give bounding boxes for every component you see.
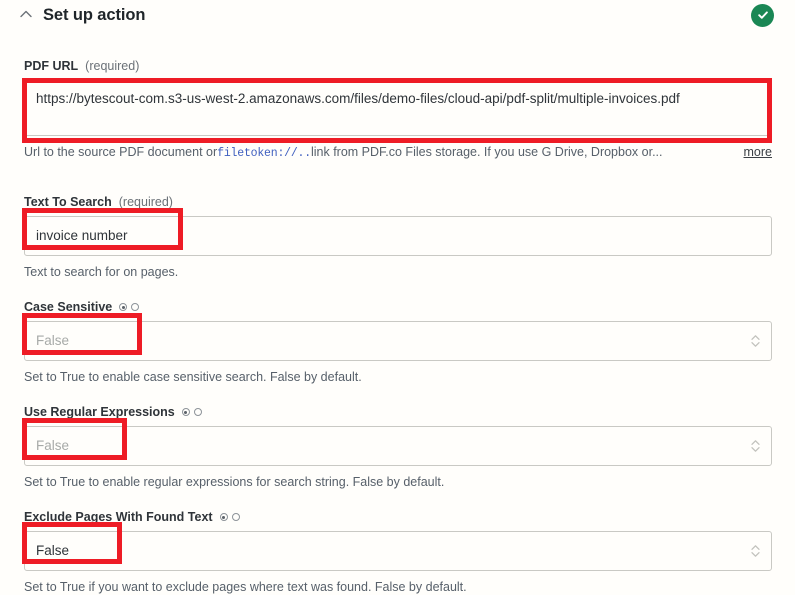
field-label-use-regular-expressions: Use Regular Expressions [24, 404, 772, 420]
help-suffix: link from PDF.co Files storage. If you u… [310, 145, 663, 159]
pdf-url-help: Url to the source PDF document or fileto… [24, 144, 772, 162]
text-to-search-input[interactable]: invoice number [24, 216, 772, 256]
chevron-updown-icon[interactable] [749, 331, 761, 351]
case-sensitive-select[interactable]: False [24, 321, 772, 361]
more-link[interactable]: more [744, 144, 772, 160]
case-sensitive-value: False [36, 333, 70, 348]
exclude-pages-with-found-text-value: False [36, 543, 70, 558]
label-text: Use Regular Expressions [24, 405, 175, 419]
case-sensitive-help: Set to True to enable case sensitive sea… [24, 370, 362, 384]
field-label-exclude-pages-with-found-text: Exclude Pages With Found Text [24, 509, 772, 525]
exclude-pages-mode-toggle[interactable] [219, 513, 240, 521]
label-text: PDF URL [24, 59, 79, 73]
radio-option-static[interactable] [181, 408, 190, 416]
radio-option-custom[interactable] [231, 513, 240, 521]
label-text: Case Sensitive [24, 300, 113, 314]
chevron-up-icon[interactable] [18, 6, 34, 22]
use-regular-expressions-help: Set to True to enable regular expression… [24, 475, 445, 489]
radio-option-custom[interactable] [131, 303, 140, 311]
field-use-regular-expressions: Use Regular Expressions False Set to Tru… [24, 404, 772, 490]
field-label-pdf-url: PDF URL (required) [24, 58, 772, 74]
help-filetoken-code: filetoken://.. [217, 147, 311, 160]
field-exclude-pages-with-found-text: Exclude Pages With Found Text False Set … [24, 509, 772, 595]
field-case-sensitive: Case Sensitive False Set to True to enab… [24, 299, 772, 385]
setup-action-header[interactable]: Set up action [0, 0, 795, 30]
required-note: (required) [118, 195, 173, 209]
use-regular-expressions-select[interactable]: False [24, 426, 772, 466]
radio-option-custom[interactable] [193, 408, 202, 416]
label-text: Exclude Pages With Found Text [24, 510, 213, 524]
field-label-text-to-search: Text To Search (required) [24, 194, 772, 210]
label-text: Text To Search [24, 195, 112, 209]
chevron-updown-icon[interactable] [749, 436, 761, 456]
use-regular-expressions-value: False [36, 438, 70, 453]
page-title: Set up action [43, 5, 146, 24]
field-label-case-sensitive: Case Sensitive [24, 299, 772, 315]
check-circle-icon [751, 3, 774, 27]
exclude-pages-with-found-text-help: Set to True if you want to exclude pages… [24, 580, 467, 594]
pdf-url-input[interactable]: https://bytescout-com.s3-us-west-2.amazo… [24, 80, 772, 136]
chevron-updown-icon[interactable] [749, 541, 761, 561]
field-pdf-url: PDF URL (required) https://bytescout-com… [24, 58, 772, 162]
field-text-to-search: Text To Search (required) invoice number… [24, 194, 772, 280]
case-sensitive-mode-toggle[interactable] [119, 303, 140, 311]
use-regex-mode-toggle[interactable] [181, 408, 202, 416]
text-to-search-help: Text to search for on pages. [24, 265, 179, 279]
help-prefix: Url to the source PDF document or [24, 145, 218, 159]
radio-option-static[interactable] [119, 303, 128, 311]
required-note: (required) [85, 59, 140, 73]
radio-option-static[interactable] [219, 513, 228, 521]
exclude-pages-with-found-text-select[interactable]: False [24, 531, 772, 571]
